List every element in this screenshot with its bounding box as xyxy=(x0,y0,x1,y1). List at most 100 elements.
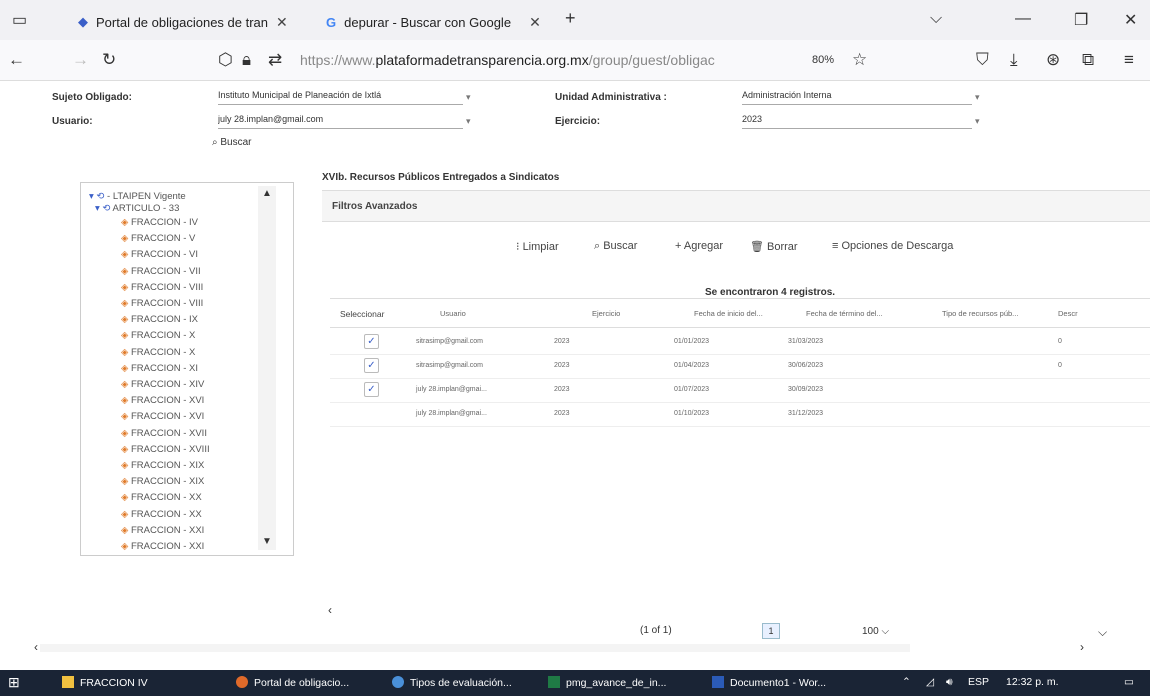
table-row[interactable]: ✓ sitrasimp@gmail.com 2023 01/04/2023 30… xyxy=(330,356,1150,379)
scroll-left-icon[interactable]: ‹ xyxy=(34,640,38,654)
tree-item-fraccion[interactable]: ◈ FRACCION - X xyxy=(121,330,195,341)
tree-item-fraccion[interactable]: ◈ FRACCION - XVI xyxy=(121,395,204,406)
col-fecha-termino[interactable]: Fecha de término del... xyxy=(806,309,883,318)
chevron-down-icon[interactable]: ⌵ xyxy=(1098,625,1107,640)
zoom-level[interactable]: 80% xyxy=(812,54,834,66)
tree-item-fraccion[interactable]: ◈ FRACCION - VIII xyxy=(121,298,203,309)
row-checkbox[interactable]: ✓ xyxy=(364,334,379,349)
tree-root[interactable]: ▾ ⟲ - LTAIPEN Vigente xyxy=(89,191,186,202)
taskbar-item[interactable]: Tipos de evaluación... xyxy=(392,676,512,689)
col-tipo-recursos[interactable]: Tipo de recursos púb... xyxy=(942,309,1018,318)
network-icon[interactable]: ◿ xyxy=(926,676,934,688)
row-checkbox[interactable] xyxy=(364,406,379,421)
reload-icon[interactable]: ↻ xyxy=(102,50,116,70)
tree-item-fraccion[interactable]: ◈ FRACCION - XX xyxy=(121,509,202,520)
notifications-icon[interactable]: ▭ xyxy=(1124,676,1134,688)
close-icon[interactable]: ✕ xyxy=(276,14,288,31)
menu-icon[interactable]: ≡ xyxy=(1124,50,1134,70)
new-tab-icon[interactable]: + xyxy=(565,8,576,29)
scroll-left-icon[interactable]: ‹ xyxy=(328,603,332,617)
tray-chevron-icon[interactable]: ⌃ xyxy=(902,676,911,688)
row-checkbox[interactable]: ✓ xyxy=(364,358,379,373)
tab-google[interactable]: G depurar - Buscar con Google ✕ xyxy=(326,8,541,36)
tree-item-fraccion[interactable]: ◈ FRACCION - XVI xyxy=(121,411,204,422)
unidad-select[interactable]: Administración Interna xyxy=(742,90,972,105)
taskbar-item[interactable]: FRACCION IV xyxy=(62,676,148,689)
usuario-select[interactable]: july 28.implan@gmail.com xyxy=(218,114,463,129)
borrar-button[interactable]: 🗑︎ Borrar xyxy=(750,240,798,253)
col-usuario[interactable]: Usuario xyxy=(440,309,466,318)
chevron-down-icon[interactable]: ⌵ xyxy=(930,10,942,28)
page-button[interactable]: 1 xyxy=(762,623,780,639)
windows-start-icon[interactable]: ⊞ xyxy=(8,674,20,691)
chevron-down-icon[interactable]: ▾ xyxy=(466,92,471,103)
col-seleccionar[interactable]: Seleccionar xyxy=(340,309,384,319)
tree-item-fraccion[interactable]: ◈ FRACCION - VIII xyxy=(121,282,203,293)
tree-item-fraccion[interactable]: ◈ FRACCION - XIX xyxy=(121,476,204,487)
chevron-down-icon[interactable]: ▾ xyxy=(466,116,471,127)
tree-item-fraccion[interactable]: ◈ FRACCION - V xyxy=(121,233,195,244)
table-row[interactable]: ✓ sitrasimp@gmail.com 2023 01/01/2023 31… xyxy=(330,332,1150,355)
minimize-icon[interactable]: — xyxy=(1015,10,1031,28)
opciones-descarga-button[interactable]: ≡ Opciones de Descarga xyxy=(832,240,953,252)
close-icon[interactable]: ✕ xyxy=(529,14,541,31)
tree-item-fraccion[interactable]: ◈ FRACCION - XXI xyxy=(121,525,204,536)
tab-portal[interactable]: ◆ Portal de obligaciones de tran ✕ xyxy=(78,8,288,36)
ejercicio-select[interactable]: 2023 xyxy=(742,114,972,129)
restore-icon[interactable]: ❐ xyxy=(1074,10,1088,30)
tree-item-fraccion[interactable]: ◈ FRACCION - XIV xyxy=(121,379,204,390)
tree-item-fraccion[interactable]: ◈ FRACCION - XIX xyxy=(121,460,204,471)
limpiar-button[interactable]: ⁝ Limpiar xyxy=(516,240,559,253)
filtros-avanzados-panel[interactable]: Filtros Avanzados xyxy=(322,190,1150,222)
tree-item-fraccion[interactable]: ◈ FRACCION - IX xyxy=(121,314,198,325)
chevron-down-icon[interactable]: ▾ xyxy=(975,116,980,127)
tree-article[interactable]: ▾ ⟲ ARTICULO - 33 xyxy=(95,203,179,214)
rows-per-page-select[interactable]: 100 ⌵ xyxy=(862,626,889,637)
clock[interactable]: 12:32 p. m. xyxy=(1006,676,1059,688)
sujeto-select[interactable]: Instituto Municipal de Planeación de Ixt… xyxy=(218,90,463,105)
forward-icon[interactable]: → xyxy=(72,50,89,70)
taskbar-item[interactable]: Documento1 - Wor... xyxy=(712,676,826,689)
taskbar-item[interactable]: Portal de obligacio... xyxy=(236,676,349,689)
account-icon[interactable]: ⊛ xyxy=(1046,50,1060,70)
bookmark-star-icon[interactable]: ☆ xyxy=(852,50,867,70)
permissions-icon[interactable]: ⇄ xyxy=(268,50,282,70)
tree-item-fraccion[interactable]: ◈ FRACCION - X xyxy=(121,347,195,358)
extensions-icon[interactable]: ⧉ xyxy=(1082,50,1094,70)
scroll-right-icon[interactable]: › xyxy=(1080,640,1084,654)
col-descripcion[interactable]: Descr xyxy=(1058,309,1078,318)
pocket-icon[interactable]: ⛉ xyxy=(976,50,989,70)
chevron-down-icon[interactable]: ▾ xyxy=(975,92,980,103)
tree-item-fraccion[interactable]: ◈ FRACCION - XXI xyxy=(121,541,204,552)
col-fecha-inicio[interactable]: Fecha de inicio del... xyxy=(694,309,763,318)
tree-scrollbar[interactable] xyxy=(258,186,276,550)
back-icon[interactable]: ← xyxy=(8,50,25,70)
lock-icon[interactable]: 🔒︎ xyxy=(242,50,251,70)
tree-item-fraccion[interactable]: ◈ FRACCION - XI xyxy=(121,363,198,374)
tree-item-fraccion[interactable]: ◈ FRACCION - VII xyxy=(121,266,201,277)
col-ejercicio[interactable]: Ejercicio xyxy=(592,309,620,318)
table-row[interactable]: july 28.implan@gmai... 2023 01/10/2023 3… xyxy=(330,404,1150,427)
buscar-button[interactable]: ⌕ Buscar xyxy=(594,240,637,253)
shield-icon[interactable]: ⬡ xyxy=(218,50,233,70)
table-row[interactable]: ✓ july 28.implan@gmai... 2023 01/07/2023… xyxy=(330,380,1150,403)
download-icon[interactable]: ⤓ xyxy=(1010,50,1018,70)
agregar-button[interactable]: + Agregar xyxy=(675,240,723,252)
fraccion-icon: ◈ xyxy=(121,492,131,504)
tree-item-fraccion[interactable]: ◈ FRACCION - VI xyxy=(121,249,198,260)
volume-icon[interactable]: 🔊︎ xyxy=(946,676,953,689)
tab-list-icon[interactable]: ▭ xyxy=(12,10,27,30)
tree-item-fraccion[interactable]: ◈ FRACCION - XVII xyxy=(121,428,207,439)
row-checkbox[interactable]: ✓ xyxy=(364,382,379,397)
url-bar[interactable]: https://www.plataformadetransparencia.or… xyxy=(300,52,715,68)
close-window-icon[interactable]: ✕ xyxy=(1124,10,1137,30)
language-indicator[interactable]: ESP xyxy=(968,676,989,688)
chevron-down-icon[interactable]: ▼ xyxy=(262,536,272,547)
tree-item-fraccion[interactable]: ◈ FRACCION - XX xyxy=(121,492,202,503)
buscar-button[interactable]: ⌕ Buscar xyxy=(212,137,252,148)
tree-item-fraccion[interactable]: ◈ FRACCION - IV xyxy=(121,217,198,228)
chevron-up-icon[interactable]: ▲ xyxy=(262,188,272,199)
tree-item-fraccion[interactable]: ◈ FRACCION - XVIII xyxy=(121,444,210,455)
horizontal-scrollbar[interactable] xyxy=(40,644,910,652)
taskbar-item[interactable]: pmg_avance_de_in... xyxy=(548,676,666,689)
